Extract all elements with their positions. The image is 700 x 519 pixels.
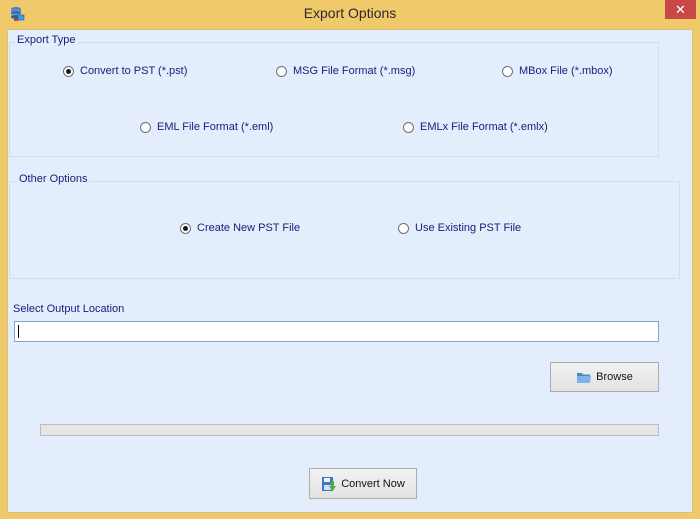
radio-button[interactable] [502,65,513,77]
radio-label: MBox File (*.mbox) [519,65,613,77]
radio-create-new-pst[interactable]: Create New PST File [180,222,300,234]
radio-emlx-format[interactable]: EMLx File Format (*.emlx) [403,121,548,133]
convert-now-label: Convert Now [341,477,405,490]
title-bar: Export Options ✕ [0,0,700,28]
radio-label: Create New PST File [197,222,301,234]
radio-label: Convert to PST (*.pst) [80,65,188,77]
output-location-label: Select Output Location [13,303,125,315]
output-location-input[interactable] [14,321,659,342]
radio-button[interactable] [276,65,287,77]
radio-button[interactable] [398,222,409,234]
other-options-group [9,181,680,279]
export-options-window: Export Options ✕ Export Type Convert to … [0,0,700,519]
radio-mbox-file[interactable]: MBox File (*.mbox) [502,65,613,77]
radio-button[interactable] [403,121,414,133]
export-type-group [9,42,659,157]
browse-label: Browse [596,371,633,383]
radio-eml-format[interactable]: EML File Format (*.eml) [140,121,273,133]
dialog-body: Export Type Convert to PST (*.pst) MSG F… [7,29,693,513]
text-caret [18,325,19,338]
radio-label: EMLx File Format (*.emlx) [420,121,548,133]
folder-icon [577,372,592,383]
radio-msg-format[interactable]: MSG File Format (*.msg) [276,65,415,77]
convert-now-button[interactable]: Convert Now [309,468,417,499]
export-type-label: Export Type [15,34,78,46]
save-icon [322,476,337,491]
radio-button-checked[interactable] [180,222,191,234]
radio-button-checked[interactable] [63,65,74,77]
progress-bar [40,424,659,436]
other-options-label: Other Options [17,173,90,185]
browse-button[interactable]: Browse [550,362,659,392]
close-button[interactable]: ✕ [665,0,696,19]
radio-label: Use Existing PST File [415,222,522,234]
radio-convert-to-pst[interactable]: Convert to PST (*.pst) [63,65,187,77]
radio-button[interactable] [140,121,151,133]
radio-use-existing-pst[interactable]: Use Existing PST File [398,222,521,234]
close-icon: ✕ [675,1,686,17]
radio-label: EML File Format (*.eml) [157,121,274,133]
window-title: Export Options [303,5,397,21]
radio-label: MSG File Format (*.msg) [293,65,416,77]
